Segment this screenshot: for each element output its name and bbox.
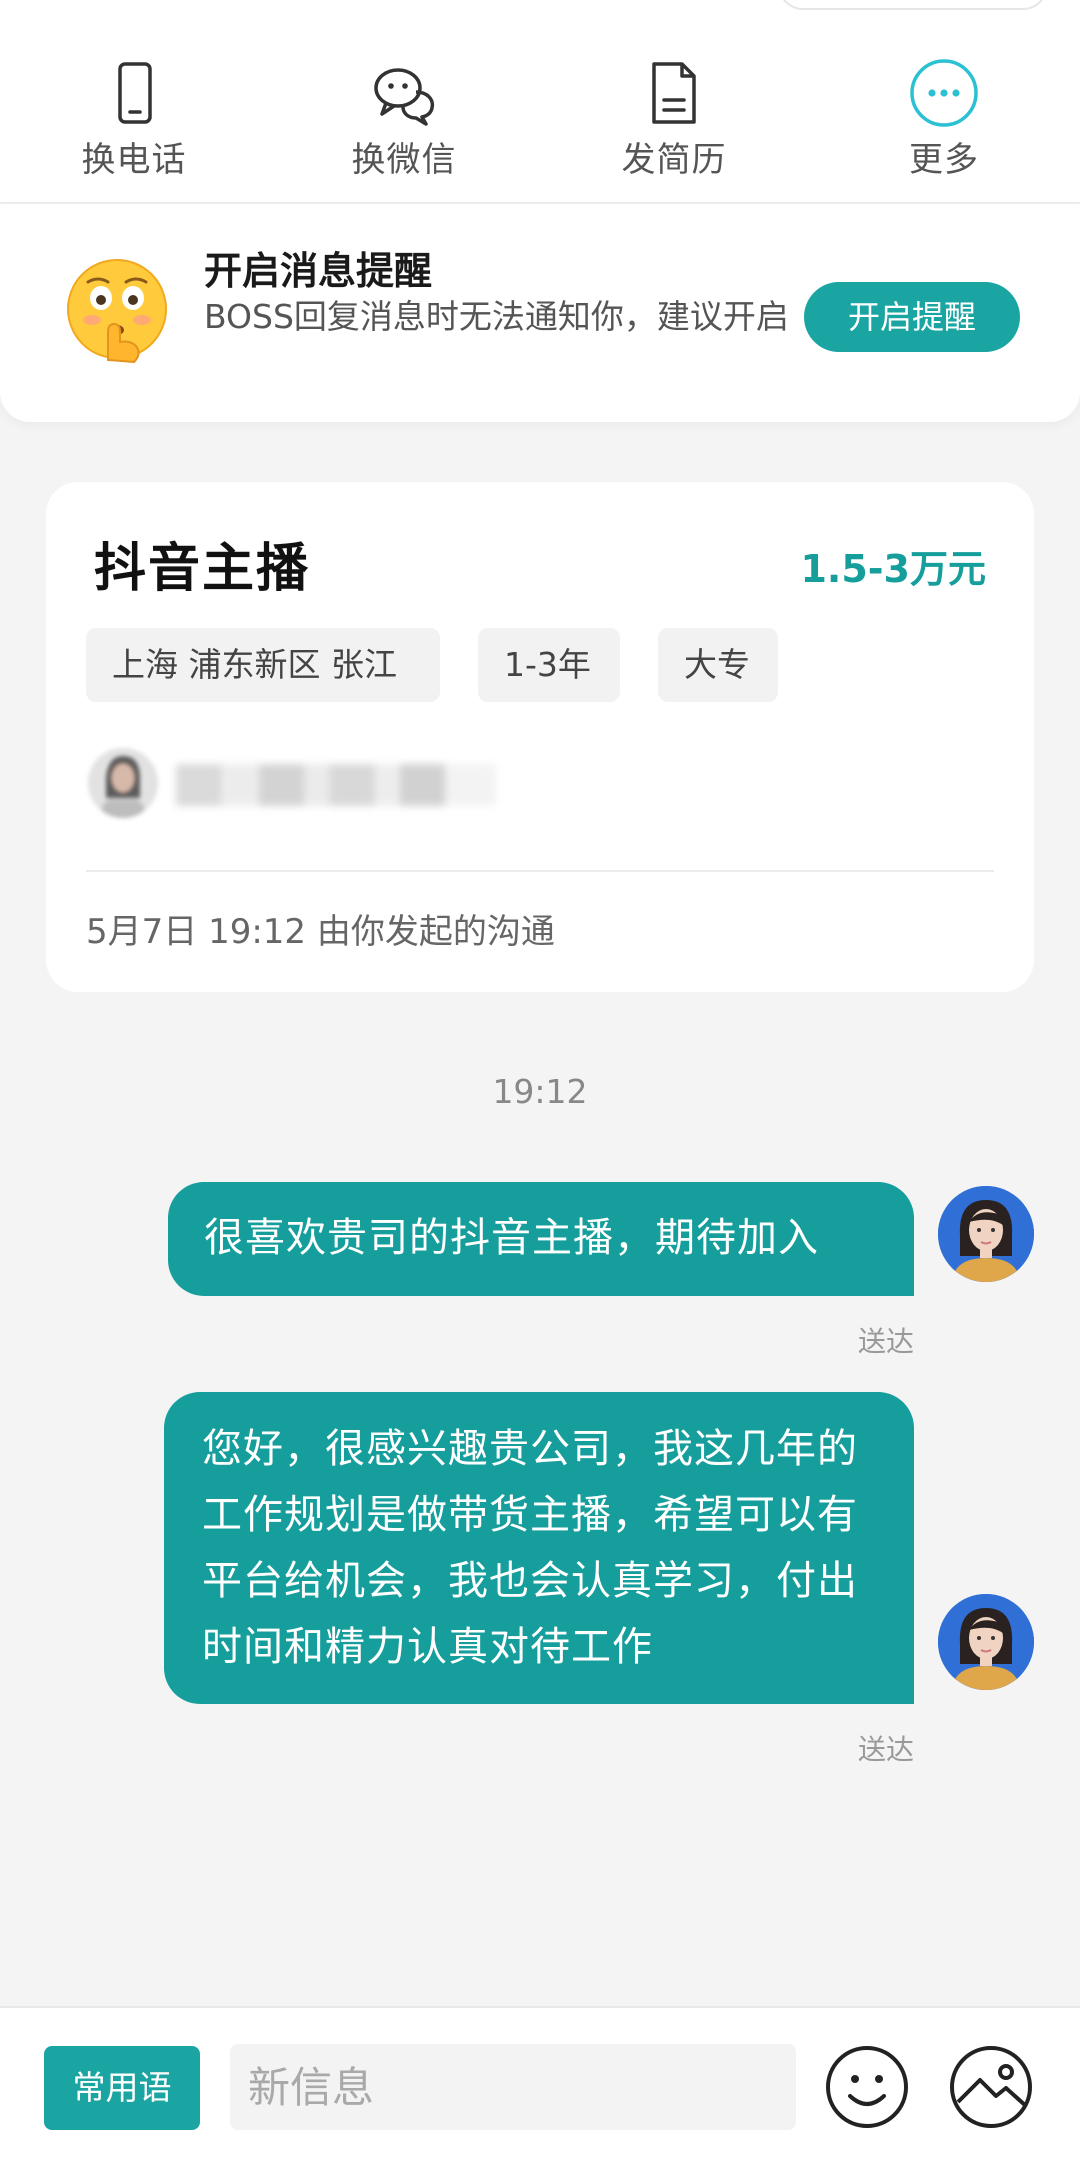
user-avatar[interactable] [938,1186,1034,1282]
phone-icon [118,62,152,124]
chat-action-bar: 换电话 换微信 发简历 更多 [0,0,1080,204]
notification-title: 开启消息提醒 [204,249,433,293]
message-status: 送达 [857,1325,914,1358]
more-label: 更多 [909,140,979,180]
user-avatar[interactable] [938,1594,1034,1690]
recruiter-avatar [88,748,158,818]
enable-notification-button[interactable]: 开启提醒 [804,282,1020,352]
emoji-icon[interactable] [824,2044,910,2130]
exchange-phone-button[interactable]: 换电话 [34,58,234,180]
message-bubble[interactable]: 很喜欢贵司的抖音主播，期待加入 [168,1182,914,1296]
message-input-bar: 常用语 [0,2006,1080,2163]
send-resume-button[interactable]: 发简历 [574,58,774,180]
job-card-divider [86,870,994,872]
conversation-start-info: 5月7日 19:12 由你发起的沟通 [86,912,555,952]
exchange-wechat-button[interactable]: 换微信 [304,58,504,180]
job-title: 抖音主播 [94,539,311,599]
notification-banner: 开启消息提醒 BOSS回复消息时无法通知你，建议开启 开启提醒 [0,204,1080,422]
image-icon[interactable] [948,2044,1034,2130]
exchange-phone-label: 换电话 [81,140,187,180]
job-tag-location: 上海 浦东新区 张江 [86,628,440,702]
shushing-face-emoji-icon [67,259,167,364]
message-input[interactable] [230,2044,796,2130]
header-pill[interactable] [778,0,1048,10]
more-icon [910,59,978,127]
send-resume-label: 发简历 [621,140,727,180]
job-salary: 1.5-3万元 [800,547,986,591]
message-bubble[interactable]: 您好，很感兴趣贵公司，我这几年的工作规划是做带货主播，希望可以有平台给机会，我也… [164,1392,914,1704]
chat-timestamp: 19:12 [492,1072,588,1111]
common-phrases-button[interactable]: 常用语 [44,2046,200,2130]
recruiter-info[interactable] [76,744,536,824]
wechat-icon [374,68,435,126]
notification-description: BOSS回复消息时无法通知你，建议开启 [204,297,789,336]
message-status: 送达 [857,1733,914,1766]
job-card[interactable]: 抖音主播 1.5-3万元 上海 浦东新区 张江 1-3年 大专 5月7日 19:… [46,482,1034,992]
more-button[interactable]: 更多 [844,58,1044,180]
job-tag-education: 大专 [658,628,778,702]
resume-icon [652,62,696,124]
exchange-wechat-label: 换微信 [351,140,457,180]
recruiter-name-blurred [176,764,496,806]
job-tag-experience: 1-3年 [478,628,620,702]
